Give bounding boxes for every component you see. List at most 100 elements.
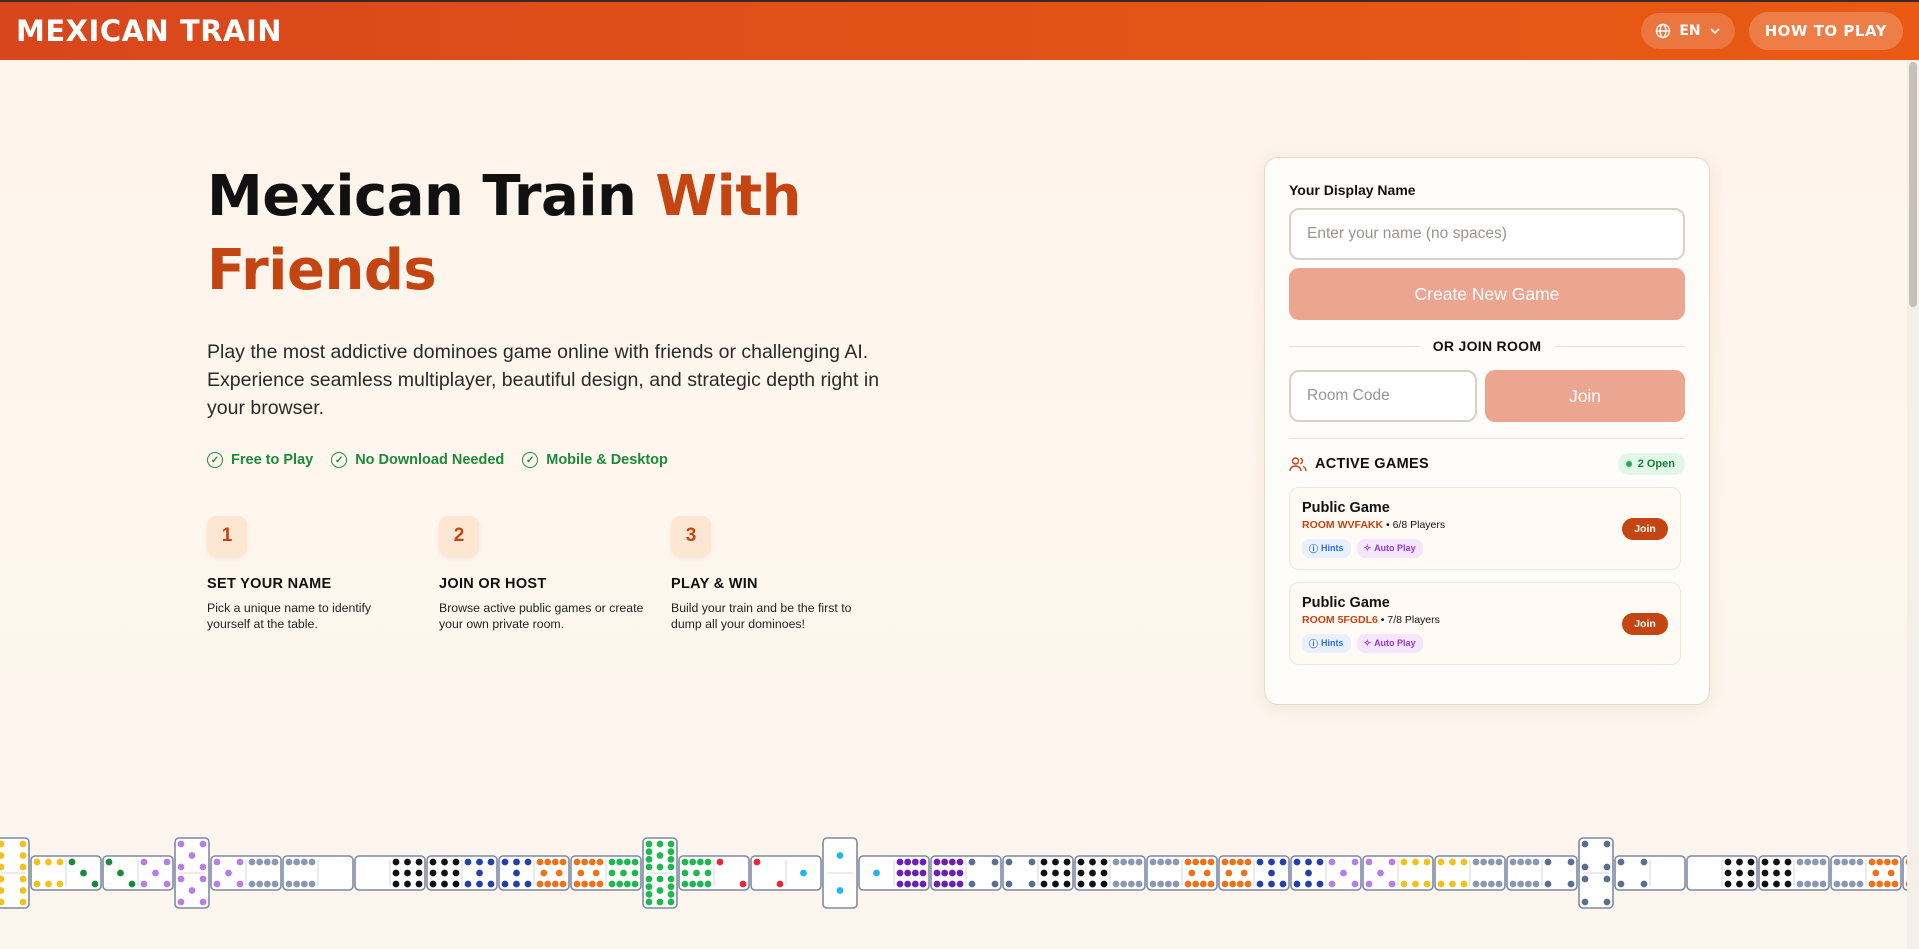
domino-pip xyxy=(1149,880,1157,888)
domino-pip xyxy=(1305,880,1312,888)
domino-pip xyxy=(1524,880,1532,888)
domino-pip xyxy=(1207,880,1215,888)
domino-pip xyxy=(1736,880,1743,888)
domino-pip xyxy=(645,863,653,871)
domino-pip xyxy=(559,880,567,888)
domino-pip xyxy=(1761,869,1769,877)
domino-pip xyxy=(1784,858,1792,866)
domino-tile xyxy=(570,855,642,891)
step-title: SET YOUR NAME xyxy=(207,576,332,592)
domino-tile xyxy=(1506,855,1578,891)
domino-pip xyxy=(800,869,807,877)
domino-pip xyxy=(1883,858,1891,866)
domino-pip xyxy=(1052,880,1059,888)
domino-pip xyxy=(1509,858,1517,866)
divider-line xyxy=(1289,345,1419,347)
domino-pip xyxy=(19,840,27,848)
domino-pip xyxy=(404,858,411,866)
domino-pip xyxy=(501,880,509,888)
domino-pip xyxy=(681,858,689,866)
domino-pip xyxy=(56,880,64,888)
join-game-button[interactable]: Join xyxy=(1622,612,1668,635)
domino-pip xyxy=(1876,880,1884,888)
or-join-divider: OR JOIN ROOM xyxy=(1289,338,1686,354)
domino-pip xyxy=(1244,858,1252,866)
domino-pip xyxy=(464,880,472,888)
domino-pip xyxy=(1236,880,1244,888)
domino-pip xyxy=(1487,880,1495,888)
language-label: EN xyxy=(1679,23,1701,39)
domino-pip xyxy=(704,880,712,888)
display-name-input[interactable] xyxy=(1289,208,1685,260)
room-code-input[interactable] xyxy=(1289,370,1477,422)
domino-pip xyxy=(524,858,532,866)
domino-pip xyxy=(667,890,675,898)
domino-pip xyxy=(1100,880,1108,888)
domino-pip xyxy=(656,875,664,883)
domino-pip xyxy=(911,869,919,877)
hints-tag: ⓘ Hints xyxy=(1302,538,1351,558)
domino-pip xyxy=(1052,869,1059,877)
join-room-button[interactable]: Join xyxy=(1485,370,1685,422)
feature-item: ✓ Free to Play xyxy=(207,452,313,468)
domino-pip xyxy=(213,880,221,888)
domino-tile xyxy=(1614,855,1686,891)
domino-pip xyxy=(616,880,624,888)
domino-pip xyxy=(1351,858,1359,866)
auto-play-tag-label: Auto Play xyxy=(1374,543,1416,553)
domino-pip xyxy=(199,840,207,848)
domino-pip xyxy=(933,858,941,866)
domino-pip xyxy=(1581,898,1589,906)
domino-tile xyxy=(750,855,822,891)
domino-pip xyxy=(1773,858,1780,866)
domino-pip xyxy=(1256,880,1264,888)
game-meta: ROOM WVFAKK • 6/8 Players xyxy=(1302,519,1445,531)
hero-lead: Play the most addictive dominoes game on… xyxy=(207,341,880,419)
domino-pip xyxy=(1567,880,1575,888)
domino-pip xyxy=(968,858,976,866)
game-title: Public Game xyxy=(1302,594,1390,611)
domino-pip xyxy=(1567,858,1575,866)
domino-tile xyxy=(1362,855,1434,891)
domino-pip xyxy=(188,887,196,894)
domino-tile xyxy=(30,855,102,891)
domino-pip xyxy=(689,880,697,888)
step-number: 1 xyxy=(207,516,247,556)
step-item: 1 SET YOUR NAME Pick a unique name to id… xyxy=(207,516,439,632)
domino-pip xyxy=(1640,858,1648,866)
domino-pip xyxy=(1480,880,1488,888)
domino-pip xyxy=(693,869,700,877)
feature-label: No Download Needed xyxy=(355,452,505,468)
domino-pip xyxy=(1127,880,1135,888)
brand-logo[interactable]: MEXICAN TRAIN xyxy=(16,14,282,48)
domino-pip xyxy=(91,880,99,888)
domino-pip xyxy=(513,858,520,866)
game-players: • 6/8 Players xyxy=(1386,518,1446,531)
domino-pip xyxy=(1876,858,1884,866)
domino-pip xyxy=(904,869,912,877)
language-selector[interactable]: EN xyxy=(1641,13,1735,49)
step-title: PLAY & WIN xyxy=(671,576,758,592)
join-game-button[interactable]: Join xyxy=(1622,517,1668,540)
domino-tile xyxy=(858,855,930,891)
domino-pip xyxy=(581,858,589,866)
domino-pip xyxy=(623,858,631,866)
domino-pip xyxy=(836,852,844,859)
how-to-play-button[interactable]: HOW TO PLAY xyxy=(1748,12,1903,50)
hero-title-main: Mexican Train xyxy=(207,164,656,229)
domino-pip xyxy=(236,858,244,866)
domino-pip xyxy=(415,858,423,866)
domino-pip xyxy=(1040,869,1048,877)
create-game-button[interactable]: Create New Game xyxy=(1289,268,1685,320)
domino-pip xyxy=(1761,858,1769,866)
feature-list: ✓ Free to Play ✓ No Download Needed ✓ Mo… xyxy=(207,452,907,468)
domino-pip xyxy=(1472,880,1480,888)
domino-tile xyxy=(1290,855,1362,891)
feature-item: ✓ Mobile & Desktop xyxy=(522,452,668,468)
domino-pip xyxy=(739,880,747,888)
domino-pip xyxy=(1351,880,1359,888)
game-info: Public Game ROOM WVFAKK • 6/8 Players ⓘ H… xyxy=(1302,500,1445,558)
domino-pip xyxy=(80,869,87,877)
scrollbar-thumb[interactable] xyxy=(1909,62,1917,307)
domino-pip xyxy=(544,880,552,888)
